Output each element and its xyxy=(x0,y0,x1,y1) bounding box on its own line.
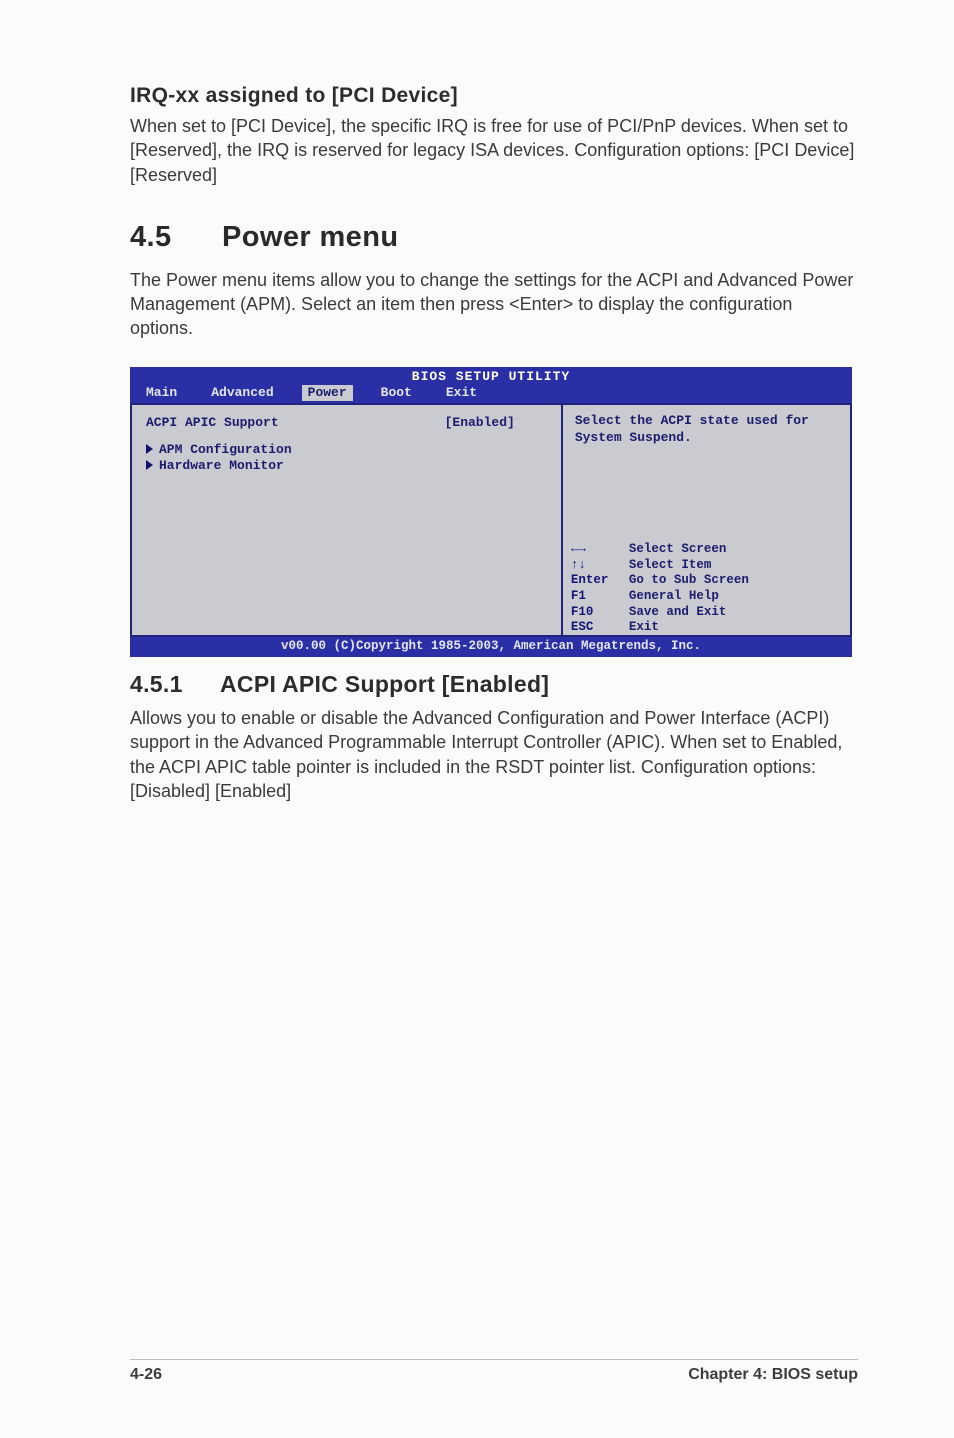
bios-left-pane: ACPI APIC Support [Enabled] APM Configur… xyxy=(132,405,563,635)
legend-key: F10 xyxy=(571,605,629,621)
chapter-label: Chapter 4: BIOS setup xyxy=(688,1366,858,1384)
legend-label: Save and Exit xyxy=(629,605,727,621)
legend-row: F10Save and Exit xyxy=(571,605,840,621)
bios-screenshot: BIOS SETUP UTILITY Main Advanced Power B… xyxy=(130,367,852,657)
bios-submenu-apm[interactable]: APM Configuration xyxy=(146,442,547,458)
bios-submenus: APM Configuration Hardware Monitor xyxy=(146,442,547,475)
power-body: The Power menu items allow you to change… xyxy=(130,268,858,341)
legend-row: EnterGo to Sub Screen xyxy=(571,573,840,589)
acpi-number: 4.5.1 xyxy=(130,671,220,698)
bios-tab-advanced[interactable]: Advanced xyxy=(205,385,279,401)
legend-row: ESCExit xyxy=(571,620,840,636)
legend-row: F1General Help xyxy=(571,589,840,605)
bios-tabs: Main Advanced Power Boot Exit xyxy=(130,385,852,403)
bios-right-pane: Select the ACPI state used for System Su… xyxy=(563,405,850,635)
acpi-title: ACPI APIC Support [Enabled] xyxy=(220,671,549,697)
triangle-icon xyxy=(146,444,153,454)
bios-body: ACPI APIC Support [Enabled] APM Configur… xyxy=(130,403,852,637)
bios-tab-power[interactable]: Power xyxy=(302,385,353,401)
legend-label: Exit xyxy=(629,620,659,636)
legend-key: ←→ xyxy=(571,542,629,558)
legend-row: ↑↓Select Item xyxy=(571,558,840,574)
bios-submenu-hardware-label: Hardware Monitor xyxy=(159,458,284,473)
bios-tab-boot[interactable]: Boot xyxy=(375,385,418,401)
triangle-icon xyxy=(146,460,153,470)
legend-row: ←→Select Screen xyxy=(571,542,840,558)
page-footer: 4-26 Chapter 4: BIOS setup xyxy=(130,1359,858,1384)
acpi-body: Allows you to enable or disable the Adva… xyxy=(130,706,858,803)
bios-setting-value: [Enabled] xyxy=(445,415,547,431)
bios-legend: ←→Select Screen ↑↓Select Item EnterGo to… xyxy=(563,534,850,646)
irq-heading: IRQ-xx assigned to [PCI Device] xyxy=(130,84,858,108)
legend-key: ESC xyxy=(571,620,629,636)
irq-body: When set to [PCI Device], the specific I… xyxy=(130,114,858,187)
legend-label: Select Screen xyxy=(629,542,727,558)
bios-submenu-apm-label: APM Configuration xyxy=(159,442,292,457)
power-title: Power menu xyxy=(222,221,398,253)
bios-help-text: Select the ACPI state used for System Su… xyxy=(563,405,850,534)
bios-setting-row[interactable]: ACPI APIC Support [Enabled] xyxy=(146,415,547,431)
bios-tab-main[interactable]: Main xyxy=(140,385,183,401)
legend-label: Go to Sub Screen xyxy=(629,573,749,589)
bios-title: BIOS SETUP UTILITY xyxy=(130,367,852,385)
page-number: 4-26 xyxy=(130,1366,162,1384)
legend-key: Enter xyxy=(571,573,629,589)
bios-setting-label: ACPI APIC Support xyxy=(146,415,279,431)
legend-label: Select Item xyxy=(629,558,712,574)
legend-key: ↑↓ xyxy=(571,558,629,574)
power-menu-heading: 4.5Power menu xyxy=(130,221,858,254)
legend-key: F1 xyxy=(571,589,629,605)
bios-submenu-hardware[interactable]: Hardware Monitor xyxy=(146,458,547,474)
bios-tab-exit[interactable]: Exit xyxy=(440,385,483,401)
power-number: 4.5 xyxy=(130,221,222,254)
acpi-heading: 4.5.1ACPI APIC Support [Enabled] xyxy=(130,671,858,698)
legend-label: General Help xyxy=(629,589,719,605)
